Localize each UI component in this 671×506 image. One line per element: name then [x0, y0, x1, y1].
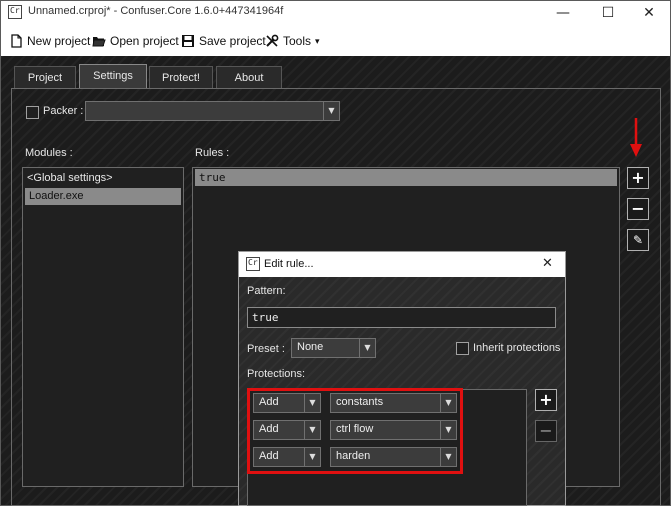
pattern-label: Pattern: — [247, 285, 286, 297]
packer-checkbox[interactable] — [26, 106, 39, 119]
dialog-close-button[interactable]: ✕ — [542, 256, 553, 271]
chevron-down-icon: ▼ — [359, 339, 375, 357]
chevron-down-icon: ▼ — [323, 102, 339, 120]
dialog-icon-text: Cr — [248, 258, 258, 267]
inherit-protections-label: Inherit protections — [473, 342, 561, 354]
tools-icon — [266, 34, 279, 47]
app-icon: Cr — [8, 5, 22, 19]
maximize-button[interactable]: ☐ — [586, 1, 630, 25]
remove-protection-button[interactable]: − — [535, 420, 557, 442]
inherit-protections-checkbox[interactable] — [456, 342, 469, 355]
preset-select[interactable]: None ▼ — [291, 338, 376, 358]
tools-menu[interactable]: Tools ▾ — [265, 31, 320, 51]
rules-label: Rules : — [195, 147, 230, 159]
dialog-icon: Cr — [246, 257, 260, 271]
add-rule-button[interactable]: + — [627, 167, 649, 189]
app-icon-text: Cr — [10, 6, 20, 15]
tools-label: Tools — [283, 34, 312, 48]
pattern-input[interactable]: true — [247, 307, 556, 328]
modules-list[interactable]: <Global settings> Loader.exe — [22, 167, 184, 487]
tab-protect[interactable]: Protect! — [149, 66, 213, 88]
save-project-button[interactable]: Save project — [181, 31, 266, 51]
open-project-label: Open project — [110, 34, 179, 48]
new-project-label: New project — [27, 34, 91, 48]
close-button[interactable]: ✕ — [627, 1, 671, 25]
add-protection-button[interactable]: + — [535, 389, 557, 411]
annotation-arrow — [630, 118, 642, 157]
packer-label: Packer : — [43, 105, 84, 117]
save-project-label: Save project — [199, 34, 266, 48]
folder-open-icon — [92, 37, 106, 47]
preset-label: Preset : — [247, 343, 285, 355]
tab-about[interactable]: About — [216, 66, 282, 88]
module-item-global[interactable]: <Global settings> — [23, 170, 183, 187]
new-file-icon — [11, 34, 22, 48]
save-icon — [182, 35, 194, 47]
dialog-title: Edit rule... — [264, 258, 314, 270]
module-item-loader[interactable]: Loader.exe — [25, 188, 181, 205]
open-project-button[interactable]: Open project — [92, 31, 179, 51]
edit-rule-button[interactable]: ✎ — [627, 229, 649, 251]
rule-item-true[interactable]: true — [195, 169, 617, 186]
preset-value: None — [297, 341, 324, 353]
tab-project[interactable]: Project — [14, 66, 76, 88]
tab-settings[interactable]: Settings — [79, 64, 147, 88]
minimize-button[interactable]: — — [541, 1, 585, 25]
tools-dropdown-arrow: ▾ — [315, 35, 320, 46]
new-project-button[interactable]: New project — [9, 31, 90, 51]
highlight-box — [247, 388, 463, 474]
modules-label: Modules : — [25, 147, 73, 159]
packer-select[interactable]: ▼ — [85, 101, 340, 121]
protections-label: Protections: — [247, 368, 306, 380]
remove-rule-button[interactable]: − — [627, 198, 649, 220]
window-title: Unnamed.crproj* - Confuser.Core 1.6.0+44… — [28, 5, 284, 17]
